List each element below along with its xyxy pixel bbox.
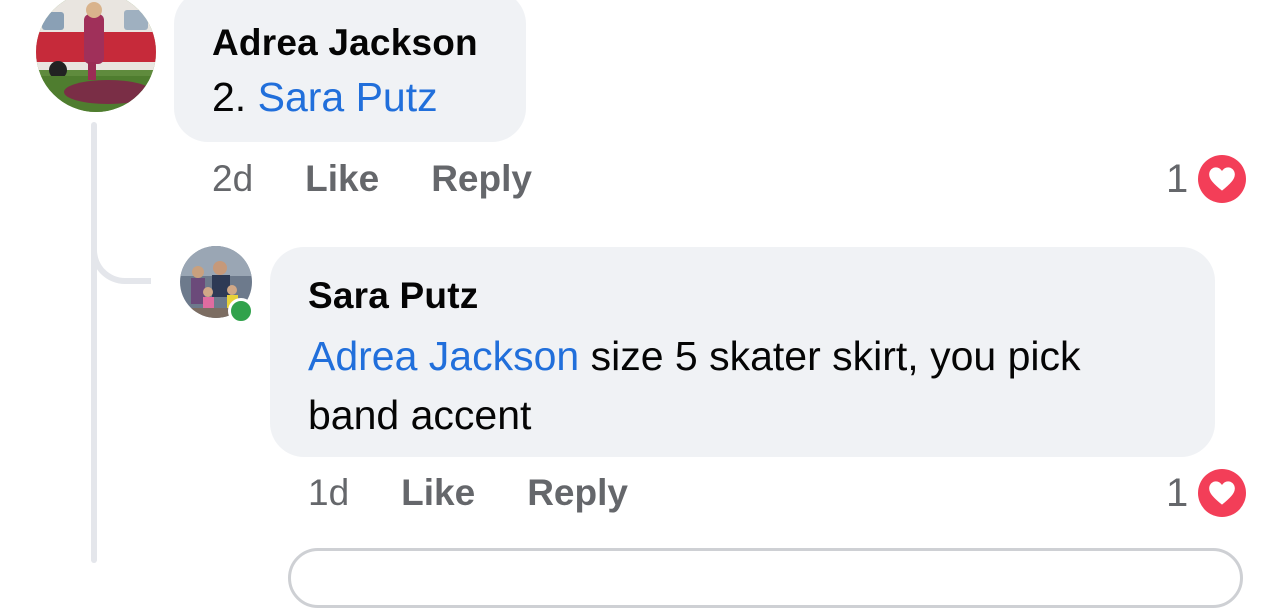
comment-actions: 1d Like Reply bbox=[308, 468, 680, 518]
mention-link[interactable]: Adrea Jackson bbox=[308, 333, 579, 379]
comment-author[interactable]: Sara Putz bbox=[308, 271, 1177, 321]
online-status-indicator bbox=[228, 298, 254, 324]
comment-text: Adrea Jackson size 5 skater skirt, you p… bbox=[308, 327, 1177, 445]
thread-line bbox=[91, 122, 97, 563]
comment-timestamp[interactable]: 2d bbox=[212, 158, 253, 200]
thread-reply-connector bbox=[91, 200, 151, 284]
comment-actions: 2d Like Reply bbox=[212, 154, 584, 204]
like-button[interactable]: Like bbox=[401, 472, 475, 514]
comment-author[interactable]: Adrea Jackson bbox=[212, 18, 488, 68]
reply-input[interactable] bbox=[288, 548, 1243, 608]
reaction-count: 1 bbox=[1166, 470, 1189, 515]
heart-icon bbox=[1198, 469, 1247, 517]
avatar-photo bbox=[36, 0, 156, 112]
reaction-count: 1 bbox=[1166, 156, 1189, 201]
comment-timestamp[interactable]: 1d bbox=[308, 472, 349, 514]
comment-bubble: Sara Putz Adrea Jackson size 5 skater sk… bbox=[270, 247, 1215, 457]
comment-text: 2. Sara Putz bbox=[212, 68, 488, 127]
reaction-summary[interactable]: 1 bbox=[1166, 154, 1247, 204]
reply-button[interactable]: Reply bbox=[527, 472, 628, 514]
like-button[interactable]: Like bbox=[305, 158, 379, 200]
reply-button[interactable]: Reply bbox=[431, 158, 532, 200]
comment-text-prefix: 2. bbox=[212, 74, 258, 120]
heart-icon bbox=[1198, 155, 1247, 203]
reaction-summary[interactable]: 1 bbox=[1166, 468, 1247, 518]
mention-link[interactable]: Sara Putz bbox=[258, 74, 438, 120]
avatar[interactable] bbox=[36, 0, 156, 112]
comment-bubble: Adrea Jackson 2. Sara Putz bbox=[174, 0, 526, 142]
